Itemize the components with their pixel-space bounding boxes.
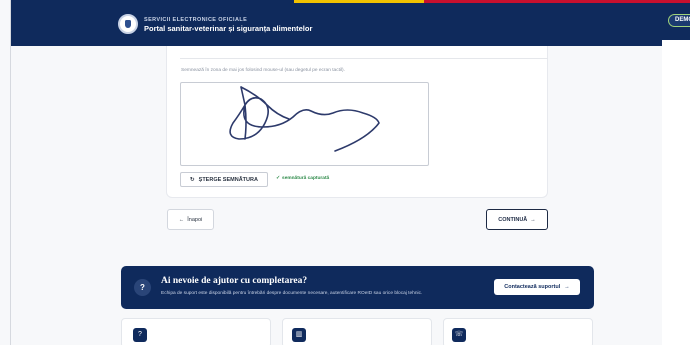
question-icon: ? xyxy=(134,279,151,296)
card-divider xyxy=(180,58,548,59)
demo-badge: DEMO xyxy=(668,14,690,27)
back-label: Înapoi xyxy=(187,216,203,223)
signature-status: ✓ semnătură capturată xyxy=(276,176,329,181)
signature-pad[interactable] xyxy=(180,82,429,166)
page-border xyxy=(10,0,11,345)
help-description: Echipa de suport este disponibilă pentru… xyxy=(161,291,423,296)
phone-icon: ☏ xyxy=(452,328,466,342)
clear-signature-button[interactable]: ↻ ȘTERGE SEMNĂTURA xyxy=(180,172,268,187)
header-subtitle: SERVICII ELECTRONICE OFICIALE xyxy=(144,17,248,23)
right-gutter xyxy=(662,40,690,345)
signature-stroke xyxy=(229,86,380,152)
help-title: Ai nevoie de ajutor cu completarea? xyxy=(161,276,308,286)
continue-label: CONTINUĂ xyxy=(498,216,528,223)
contact-support-label: Contactează suportul xyxy=(504,284,561,290)
tricolor-red-stripe xyxy=(424,0,690,3)
page: SERVICII ELECTRONICE OFICIALE Portal san… xyxy=(0,0,690,345)
check-icon: ✓ xyxy=(276,176,281,181)
continue-button[interactable]: CONTINUĂ → xyxy=(486,209,548,230)
coat-of-arms-logo[interactable] xyxy=(118,14,138,34)
clear-signature-label: ȘTERGE SEMNĂTURA xyxy=(198,176,258,183)
signature-hint: Semnează în zona de mai jos folosind mou… xyxy=(181,68,345,73)
signature-status-text: semnătură capturată xyxy=(282,176,330,181)
arrow-right-icon: → xyxy=(530,216,536,223)
book-icon: ▥ xyxy=(292,328,306,342)
arrow-right-icon: → xyxy=(564,284,570,290)
top-header xyxy=(11,0,690,46)
back-button[interactable]: ← Înapoi xyxy=(167,209,214,230)
arrow-left-icon: ← xyxy=(178,216,185,223)
question-icon: ? xyxy=(133,328,147,342)
contact-support-button[interactable]: Contactează suportul → xyxy=(494,279,580,295)
tricolor-yellow-stripe xyxy=(294,0,424,3)
header-title[interactable]: Portal sanitar-veterinar și siguranța al… xyxy=(144,24,312,33)
reset-icon: ↻ xyxy=(190,176,195,183)
